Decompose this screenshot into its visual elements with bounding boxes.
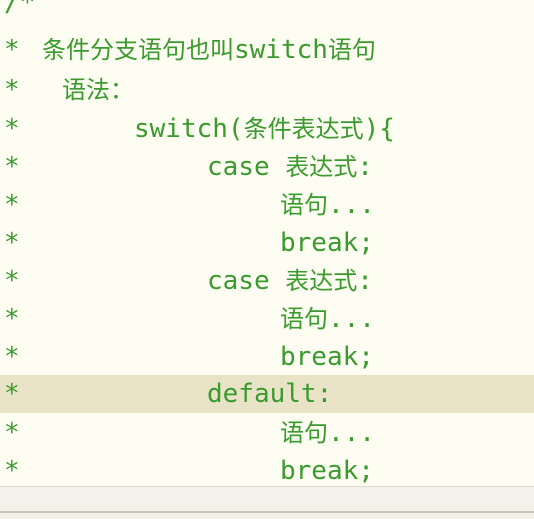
comment-marker: *	[4, 266, 20, 296]
line-text: 语句...	[280, 414, 375, 452]
comment-marker: *	[4, 456, 20, 486]
line-text: case 表达式:	[207, 262, 373, 300]
editor-bottom-band	[0, 486, 534, 519]
comment-text: 语句	[280, 305, 328, 333]
code-line[interactable]: * case 表达式:	[0, 262, 534, 300]
code-line[interactable]: * 语句...	[0, 414, 534, 452]
comment-marker: *	[4, 114, 20, 144]
line-text: break;	[280, 452, 374, 490]
code-line[interactable]: * break;	[0, 224, 534, 262]
line-text: switch(条件表达式){	[134, 110, 395, 148]
code-line[interactable]: /*	[0, 0, 534, 22]
code-line[interactable]: * switch(条件表达式){	[0, 110, 534, 148]
code-token: default:	[207, 379, 333, 409]
horizontal-scroll-track[interactable]	[0, 511, 534, 513]
code-token: ...	[328, 418, 375, 448]
comment-marker: /*	[4, 0, 36, 18]
code-line[interactable]: * case 表达式:	[0, 148, 534, 186]
code-line[interactable]: * 条件分支语句也叫switch语句	[0, 31, 534, 69]
comment-marker: *	[4, 35, 20, 65]
comment-text: 表达式	[285, 153, 358, 181]
code-token: switch(	[134, 114, 244, 144]
comment-text: 条件表达式	[243, 115, 364, 143]
code-line[interactable]: * break;	[0, 338, 534, 376]
code-token: :	[357, 266, 373, 296]
comment-text: 条件分支语句也叫	[42, 36, 234, 64]
comment-marker: *	[4, 75, 20, 105]
comment-marker: *	[4, 228, 20, 258]
comment-marker: *	[4, 342, 20, 372]
code-token: break;	[280, 342, 374, 372]
code-line[interactable]: * break;	[0, 452, 534, 490]
comment-text: 语法：	[62, 76, 134, 104]
line-text: case 表达式:	[207, 148, 373, 186]
comment-marker: *	[4, 379, 20, 409]
line-text: 语句...	[280, 300, 375, 338]
line-text: 条件分支语句也叫switch语句	[42, 31, 376, 69]
code-line[interactable]: * 语句...	[0, 186, 534, 224]
code-token: break;	[280, 456, 374, 486]
line-text: break;	[280, 338, 374, 376]
comment-marker: *	[4, 304, 20, 334]
comment-text: 表达式	[285, 267, 358, 295]
comment-marker: *	[4, 190, 20, 220]
code-line[interactable]: * 语句...	[0, 300, 534, 338]
code-token: case	[207, 266, 286, 296]
comment-text: 语句	[280, 419, 328, 447]
line-text: default:	[207, 375, 332, 413]
code-token: case	[207, 152, 286, 182]
comment-text: 语句	[327, 36, 376, 64]
code-token: break;	[280, 228, 374, 258]
code-token: ...	[328, 304, 375, 334]
comment-marker: *	[4, 152, 20, 182]
line-text: 语句...	[280, 186, 375, 224]
comment-marker: *	[4, 418, 20, 448]
code-line[interactable]: * default:	[0, 375, 534, 413]
comment-text: 语句	[280, 191, 328, 219]
line-text: break;	[280, 224, 374, 262]
code-token: switch	[234, 35, 328, 65]
code-line[interactable]: * 语法：	[0, 71, 534, 109]
code-token: ...	[328, 190, 375, 220]
code-editor[interactable]: /* * 条件分支语句也叫switch语句 * 语法： * switch(条件表达式){* c…	[0, 0, 534, 519]
code-token: ){	[363, 114, 395, 144]
line-text: 语法：	[62, 71, 134, 109]
code-token: :	[357, 152, 373, 182]
